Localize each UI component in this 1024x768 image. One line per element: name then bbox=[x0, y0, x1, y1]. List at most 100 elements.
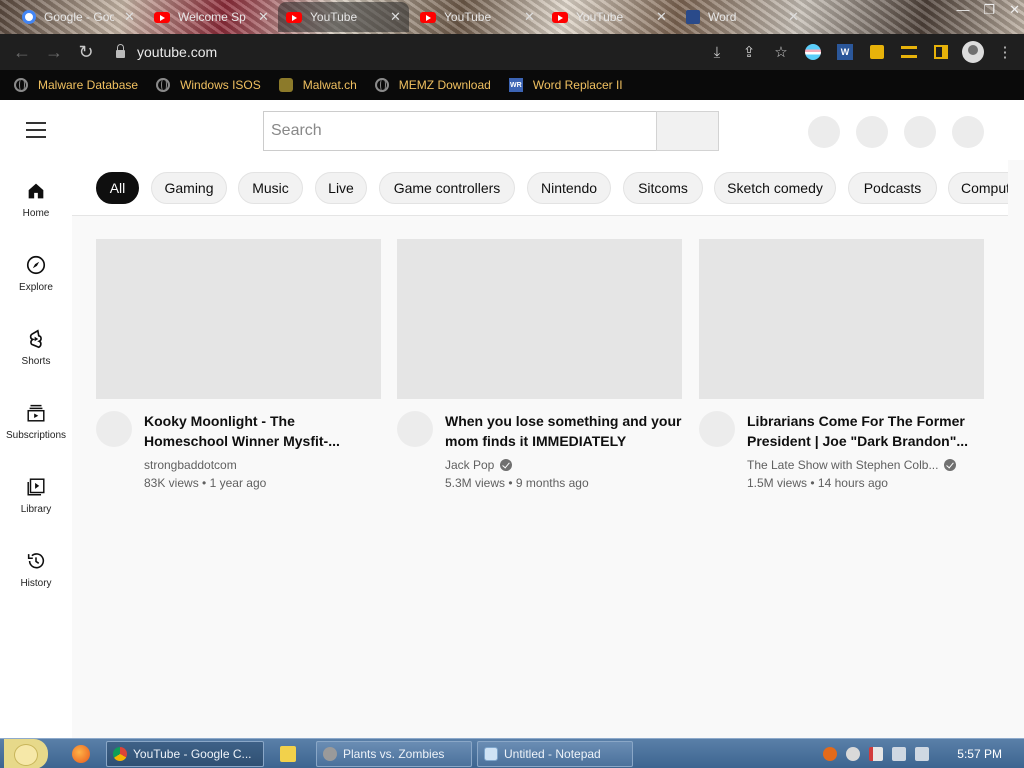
restore-icon[interactable]: ❐ bbox=[983, 2, 995, 18]
channel-name[interactable]: strongbaddotcom bbox=[144, 458, 237, 472]
close-icon[interactable]: ✕ bbox=[390, 9, 401, 25]
bookmark-item[interactable]: WR Word Replacer II bbox=[508, 78, 623, 92]
channel-avatar[interactable] bbox=[96, 411, 132, 447]
create-icon[interactable] bbox=[856, 116, 888, 148]
word-replacer-extension-icon[interactable]: W bbox=[834, 41, 856, 63]
media-control-icon[interactable] bbox=[898, 41, 920, 63]
video-card[interactable]: Kooky Moonlight - The Homeschool Winner … bbox=[96, 239, 381, 490]
install-icon[interactable]: ⤓ bbox=[706, 41, 728, 63]
sidebar-item-shorts[interactable]: Shorts bbox=[0, 308, 72, 372]
firefox-icon[interactable] bbox=[72, 745, 90, 763]
account-avatar[interactable] bbox=[952, 116, 984, 148]
bookmark-item[interactable]: Malware Database bbox=[14, 78, 138, 92]
bookmark-item[interactable]: Windows ISOS bbox=[156, 78, 261, 92]
search-tray-icon[interactable] bbox=[823, 747, 837, 761]
close-icon[interactable]: ✕ bbox=[124, 9, 135, 25]
clock[interactable]: 5:57 PM bbox=[957, 747, 1002, 761]
shorts-icon bbox=[29, 329, 42, 349]
chip-all[interactable]: All bbox=[96, 172, 139, 204]
emoji-tray-icon[interactable] bbox=[846, 747, 860, 761]
youtube-icon bbox=[154, 11, 170, 23]
close-icon[interactable]: ✕ bbox=[524, 9, 535, 25]
chip[interactable]: Game controllers bbox=[379, 172, 515, 204]
kebab-menu-icon[interactable]: ⋮ bbox=[994, 41, 1016, 63]
network-icon[interactable] bbox=[892, 747, 906, 761]
close-icon[interactable]: ✕ bbox=[656, 9, 667, 25]
chip[interactable]: Live bbox=[315, 172, 367, 204]
browser-tab[interactable]: YouTube ✕ bbox=[544, 2, 675, 32]
video-thumbnail[interactable] bbox=[397, 239, 682, 399]
browser-tab[interactable]: YouTube ✕ bbox=[412, 2, 543, 32]
video-card[interactable]: When you lose something and your mom fin… bbox=[397, 239, 682, 490]
address-input[interactable] bbox=[137, 44, 537, 60]
sidebar-item-home[interactable]: Home bbox=[0, 160, 72, 224]
channel-name[interactable]: Jack Pop bbox=[445, 458, 494, 472]
youtube-icon bbox=[420, 11, 436, 23]
minimize-icon[interactable]: — bbox=[956, 2, 969, 18]
video-card[interactable]: Librarians Come For The Former President… bbox=[699, 239, 984, 490]
sidebar-item-subscriptions[interactable]: Subscriptions bbox=[0, 382, 72, 446]
close-window-icon[interactable]: ✕ bbox=[1009, 2, 1020, 18]
volume-icon[interactable] bbox=[915, 747, 929, 761]
chip[interactable]: Computers bbox=[948, 172, 1008, 204]
browser-tab[interactable]: Welcome Sp ✕ bbox=[146, 2, 277, 32]
chip[interactable]: Sitcoms bbox=[623, 172, 703, 204]
folder-icon[interactable] bbox=[280, 746, 296, 762]
taskbar-task[interactable]: Untitled - Notepad bbox=[477, 741, 633, 767]
bookmark-item[interactable]: Malwat.ch bbox=[278, 78, 357, 92]
chip[interactable]: Nintendo bbox=[527, 172, 611, 204]
bookmark-item[interactable]: MEMZ Download bbox=[374, 78, 491, 92]
channel-name[interactable]: The Late Show with Stephen Colb... bbox=[747, 458, 938, 472]
browser-tab[interactable]: Google - Google ✕ bbox=[14, 2, 143, 32]
start-button[interactable] bbox=[4, 739, 48, 768]
word-replacer-icon: WR bbox=[508, 78, 523, 92]
extensions-puzzle-icon[interactable] bbox=[866, 41, 888, 63]
globe-icon bbox=[156, 78, 171, 92]
video-title[interactable]: When you lose something and your mom fin… bbox=[445, 411, 682, 451]
view-count: 5.3M views bbox=[445, 476, 506, 490]
chip[interactable]: Podcasts bbox=[848, 172, 937, 204]
chip[interactable]: Sketch comedy bbox=[714, 172, 836, 204]
search-button[interactable] bbox=[656, 111, 719, 151]
video-thumbnail[interactable] bbox=[96, 239, 381, 399]
voice-search-icon[interactable] bbox=[808, 116, 840, 148]
sidebar-item-label: Library bbox=[20, 504, 52, 515]
notepad-icon bbox=[484, 747, 498, 761]
chip[interactable]: Gaming bbox=[151, 172, 227, 204]
share-icon[interactable]: ⇪ bbox=[738, 41, 760, 63]
close-icon[interactable]: ✕ bbox=[788, 9, 799, 25]
action-center-icon[interactable] bbox=[869, 747, 883, 761]
notifications-icon[interactable] bbox=[904, 116, 936, 148]
youtube-sidebar: Home Explore Shorts Subscriptions Librar… bbox=[0, 160, 72, 740]
lock-icon[interactable] bbox=[116, 44, 125, 58]
address-bar[interactable] bbox=[106, 39, 666, 65]
browser-tab-active[interactable]: YouTube ✕ bbox=[278, 2, 409, 32]
google-icon bbox=[22, 10, 36, 24]
channel-avatar[interactable] bbox=[699, 411, 735, 447]
taskbar-task[interactable]: Plants vs. Zombies bbox=[316, 741, 472, 767]
sidebar-item-label: Subscriptions bbox=[5, 430, 67, 441]
video-title[interactable]: Librarians Come For The Former President… bbox=[747, 411, 984, 451]
reload-icon[interactable]: ↻ bbox=[70, 42, 102, 63]
bookmark-label: Malwat.ch bbox=[302, 78, 357, 92]
channel-avatar[interactable] bbox=[397, 411, 433, 447]
close-icon[interactable]: ✕ bbox=[258, 9, 269, 25]
star-icon[interactable]: ☆ bbox=[770, 41, 792, 63]
back-icon[interactable]: ← bbox=[6, 42, 38, 63]
flag-extension-icon[interactable] bbox=[802, 41, 824, 63]
video-thumbnail[interactable] bbox=[699, 239, 984, 399]
forward-icon[interactable]: → bbox=[38, 42, 70, 63]
sidebar-item-explore[interactable]: Explore bbox=[0, 234, 72, 298]
taskbar-task[interactable]: YouTube - Google C... bbox=[106, 741, 264, 767]
hamburger-menu-icon[interactable] bbox=[26, 122, 46, 138]
profile-avatar-icon[interactable] bbox=[962, 41, 984, 63]
screen: Google - Google ✕ Welcome Sp ✕ YouTube ✕… bbox=[0, 0, 1024, 768]
sidebar-item-library[interactable]: Library bbox=[0, 456, 72, 520]
sidebar-item-history[interactable]: History bbox=[0, 530, 72, 594]
chip[interactable]: Music bbox=[238, 172, 303, 204]
pvz-icon bbox=[323, 747, 337, 761]
search-input[interactable] bbox=[264, 112, 656, 150]
browser-tab[interactable]: Word ✕ bbox=[678, 2, 807, 32]
side-panel-icon[interactable] bbox=[930, 41, 952, 63]
video-title[interactable]: Kooky Moonlight - The Homeschool Winner … bbox=[144, 411, 381, 451]
